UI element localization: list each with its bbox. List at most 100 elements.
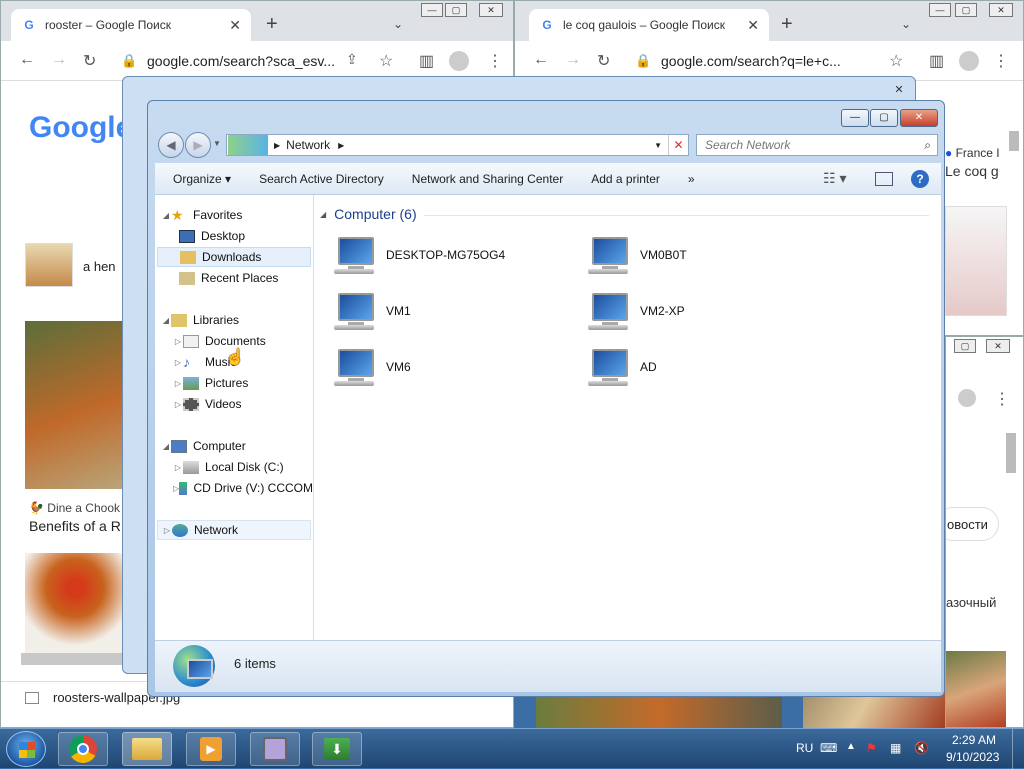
nav-videos[interactable]: ▷ Videos bbox=[173, 394, 242, 414]
taskbar-app-4[interactable] bbox=[250, 732, 300, 766]
add-printer-button[interactable]: Add a printer bbox=[577, 172, 674, 186]
preview-pane-icon[interactable] bbox=[875, 171, 893, 186]
view-options-icon[interactable]: ☷ ▾ bbox=[823, 170, 853, 187]
address-bar[interactable]: google.com/search?sca_esv... bbox=[147, 50, 337, 72]
coq-image[interactable] bbox=[945, 206, 1007, 316]
rooster-image-right[interactable] bbox=[946, 651, 1006, 727]
tab-search-chevron-icon[interactable]: ⌄ bbox=[393, 17, 403, 31]
start-button[interactable] bbox=[6, 731, 46, 767]
minimize-button[interactable]: — bbox=[841, 109, 869, 127]
related-search-hen[interactable]: a hen bbox=[83, 259, 116, 274]
clock-date[interactable]: 9/10/2023 bbox=[946, 750, 999, 764]
help-icon[interactable]: ? bbox=[911, 169, 929, 188]
profile-avatar-icon[interactable] bbox=[958, 389, 976, 407]
back-icon[interactable]: ← bbox=[533, 51, 549, 69]
stop-icon[interactable]: ✕ bbox=[668, 135, 688, 155]
result-snippet-right[interactable]: Le coq g bbox=[945, 163, 999, 179]
result-title[interactable]: Benefits of a R bbox=[29, 518, 121, 534]
nav-documents[interactable]: ▷ Documents bbox=[173, 331, 266, 351]
forward-icon[interactable]: → bbox=[565, 51, 581, 69]
rooster-image-1[interactable] bbox=[25, 321, 125, 489]
menu-dots-icon[interactable]: ⋮ bbox=[487, 51, 503, 71]
bookmark-star-icon[interactable]: ☆ bbox=[379, 51, 393, 71]
more-commands-button[interactable]: » bbox=[674, 172, 709, 186]
taskbar-explorer[interactable] bbox=[122, 732, 172, 766]
profile-avatar-icon[interactable] bbox=[449, 51, 469, 71]
language-indicator[interactable]: RU bbox=[796, 741, 813, 755]
show-desktop-button[interactable] bbox=[1012, 729, 1024, 769]
nav-pictures[interactable]: ▷ Pictures bbox=[173, 373, 248, 393]
breadcrumb-separator-icon[interactable]: ▶ bbox=[338, 141, 344, 150]
reload-icon[interactable]: ↻ bbox=[83, 51, 96, 71]
clock-time[interactable]: 2:29 AM bbox=[952, 733, 996, 747]
expand-arrow-icon[interactable]: ▷ bbox=[173, 379, 183, 388]
maximize-icon[interactable]: ▢ bbox=[954, 339, 976, 353]
taskbar-chrome[interactable] bbox=[58, 732, 108, 766]
forward-button[interactable]: ▶ bbox=[185, 132, 211, 158]
nav-local-disk[interactable]: ▷ Local Disk (C:) bbox=[173, 457, 284, 477]
side-panel-icon[interactable]: ▥ bbox=[929, 51, 944, 71]
nav-recent-places[interactable]: Recent Places bbox=[179, 268, 278, 288]
vertical-scrollbar[interactable] bbox=[1006, 433, 1016, 473]
bookmark-star-icon[interactable]: ☆ bbox=[889, 51, 903, 71]
share-icon[interactable]: ⇪ bbox=[346, 51, 358, 68]
news-tab-button[interactable]: овости bbox=[946, 507, 999, 541]
network-sharing-center-button[interactable]: Network and Sharing Center bbox=[398, 172, 577, 186]
forward-icon[interactable]: → bbox=[51, 51, 67, 69]
breadcrumb-network[interactable]: Network bbox=[286, 138, 330, 152]
close-tab-icon[interactable]: ✕ bbox=[229, 17, 241, 34]
computer-item[interactable]: DESKTOP-MG75OG4 bbox=[332, 235, 505, 275]
expand-arrow-icon[interactable]: ▷ bbox=[173, 400, 183, 409]
recent-pages-chevron-icon[interactable]: ▼ bbox=[213, 139, 221, 148]
collapse-arrow-icon[interactable]: ◢ bbox=[161, 316, 171, 325]
keyboard-icon[interactable]: ⌨ bbox=[820, 741, 837, 755]
show-hidden-icons-icon[interactable]: ▲ bbox=[846, 741, 856, 752]
nav-libraries[interactable]: ◢ Libraries bbox=[161, 310, 239, 330]
menu-dots-icon[interactable]: ⋮ bbox=[993, 51, 1009, 71]
expand-arrow-icon[interactable]: ▷ bbox=[173, 337, 183, 346]
search-icon[interactable]: ⌕ bbox=[924, 138, 931, 153]
computer-item[interactable]: VM2-XP bbox=[586, 291, 685, 331]
tab-search-chevron-icon[interactable]: ⌄ bbox=[901, 17, 911, 31]
computer-item[interactable]: VM0B0T bbox=[586, 235, 687, 275]
expand-arrow-icon[interactable]: ▷ bbox=[162, 526, 172, 535]
volume-muted-icon[interactable]: 🔇 bbox=[914, 741, 929, 755]
taskbar-media-player[interactable]: ▶ bbox=[186, 732, 236, 766]
tab-le-coq[interactable]: G le coq gaulois – Google Поиск ✕ bbox=[529, 9, 769, 41]
back-button[interactable]: ◀ bbox=[158, 132, 184, 158]
maximize-icon[interactable]: ▢ bbox=[445, 3, 467, 17]
action-center-flag-icon[interactable]: ⚑ bbox=[866, 741, 877, 755]
nav-network[interactable]: ▷ Network bbox=[157, 520, 311, 540]
nav-cd-drive[interactable]: ▷ CD Drive (V:) CCCOM bbox=[173, 478, 313, 498]
close-icon[interactable]: ✕ bbox=[989, 3, 1013, 17]
close-icon[interactable]: ✕ bbox=[479, 3, 503, 17]
address-dropdown-icon[interactable]: ▼ bbox=[654, 141, 662, 150]
breadcrumb-separator-icon[interactable]: ▶ bbox=[274, 141, 280, 150]
tab-rooster[interactable]: G rooster – Google Поиск ✕ bbox=[11, 9, 251, 41]
group-header-computer[interactable]: ◢ Computer (6) bbox=[320, 206, 417, 222]
side-panel-icon[interactable]: ▥ bbox=[419, 51, 434, 71]
collapse-arrow-icon[interactable]: ◢ bbox=[161, 442, 171, 451]
computer-item[interactable]: VM1 bbox=[332, 291, 411, 331]
new-tab-icon[interactable]: + bbox=[781, 13, 793, 36]
nav-computer[interactable]: ◢ Computer bbox=[161, 436, 246, 456]
computer-item[interactable]: AD bbox=[586, 347, 657, 387]
new-tab-icon[interactable]: + bbox=[266, 13, 278, 36]
profile-avatar-icon[interactable] bbox=[959, 51, 979, 71]
expand-arrow-icon[interactable]: ▷ bbox=[173, 358, 183, 367]
rooster-image-2[interactable] bbox=[25, 553, 125, 653]
maximize-button[interactable]: ▢ bbox=[870, 109, 898, 127]
address-bar[interactable]: google.com/search?q=le+c... bbox=[661, 50, 851, 72]
network-status-icon[interactable]: ▦ bbox=[890, 741, 901, 755]
minimize-icon[interactable]: — bbox=[421, 3, 443, 17]
minimize-icon[interactable]: — bbox=[929, 3, 951, 17]
close-tab-icon[interactable]: ✕ bbox=[747, 17, 759, 34]
google-logo[interactable]: Google bbox=[29, 111, 132, 145]
address-bar[interactable]: ▶ Network ▶ ▼ ✕ bbox=[226, 134, 689, 156]
collapse-group-icon[interactable]: ◢ bbox=[320, 210, 326, 219]
menu-dots-icon[interactable]: ⋮ bbox=[994, 389, 1010, 409]
search-active-directory-button[interactable]: Search Active Directory bbox=[245, 172, 398, 186]
expand-arrow-icon[interactable]: ▷ bbox=[173, 463, 183, 472]
result-text-right[interactable]: азочный bbox=[946, 595, 996, 610]
hen-thumbnail[interactable] bbox=[25, 243, 73, 287]
